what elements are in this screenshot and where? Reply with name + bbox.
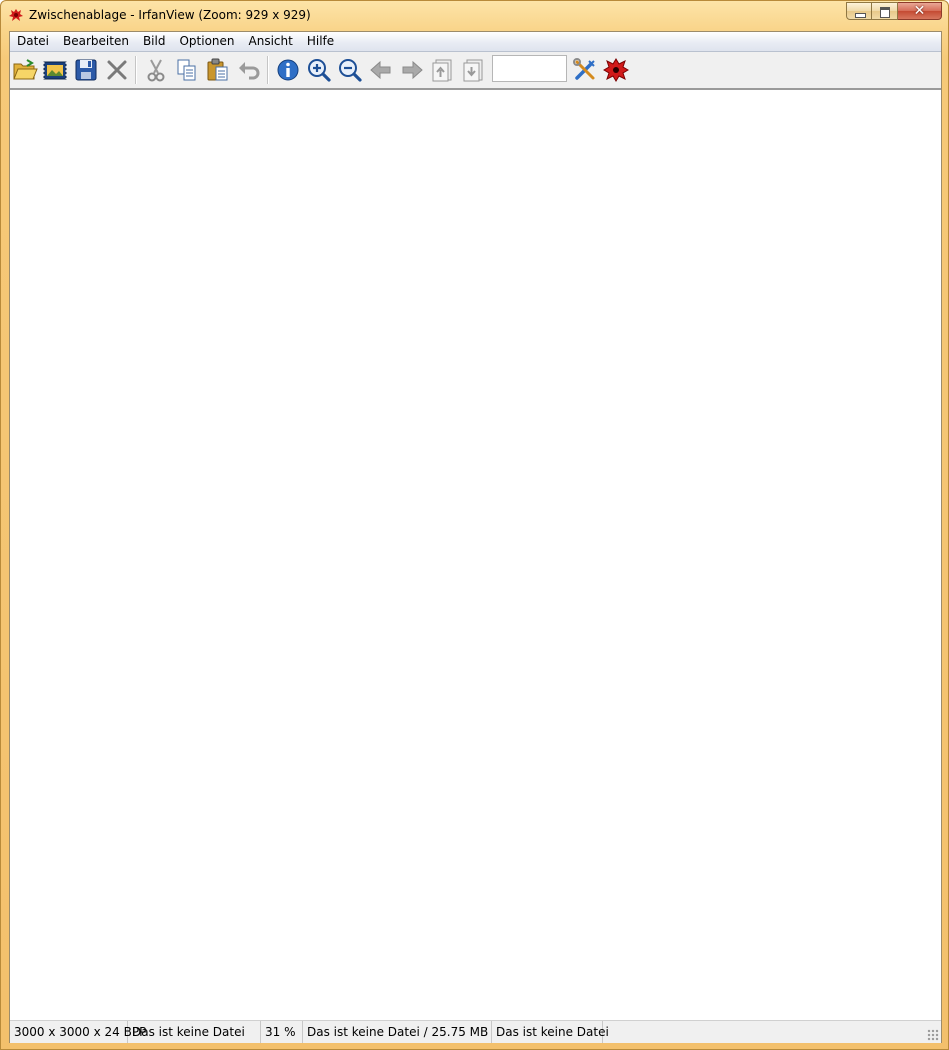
resize-grip-icon[interactable]: [927, 1029, 939, 1041]
irfanview-window: Zwischenablage - IrfanView (Zoom: 929 x …: [0, 0, 949, 1050]
status-field-2: Das ist keine Datei: [128, 1021, 261, 1043]
first-page-button[interactable]: [429, 56, 457, 84]
image-canvas[interactable]: [10, 90, 941, 1020]
undo-icon: [239, 62, 260, 80]
delete-button[interactable]: [103, 56, 131, 84]
menu-bearbeiten[interactable]: Bearbeiten: [56, 32, 136, 51]
copy-button[interactable]: [173, 56, 201, 84]
page-number-field[interactable]: [492, 55, 567, 82]
minimize-button[interactable]: [846, 2, 872, 20]
menu-bar: Datei Bearbeiten Bild Optionen Ansicht H…: [10, 32, 941, 52]
last-page-icon: [463, 59, 483, 82]
save-icon: [75, 59, 97, 81]
toolbar-separator: [135, 56, 137, 84]
zoom-in-button[interactable]: [305, 56, 333, 84]
status-bar: 3000 x 3000 x 24 BPP Das ist keine Datei…: [10, 1020, 941, 1043]
open-folder-icon: [13, 59, 38, 80]
save-button[interactable]: [72, 56, 100, 84]
client-area: Datei Bearbeiten Bild Optionen Ansicht H…: [9, 31, 942, 1043]
next-button[interactable]: [398, 56, 426, 84]
status-image-info: 3000 x 3000 x 24 BPP: [10, 1021, 146, 1043]
menu-hilfe[interactable]: Hilfe: [300, 32, 341, 51]
menu-bild[interactable]: Bild: [136, 32, 173, 51]
previous-icon: [370, 60, 391, 80]
paste-button[interactable]: [204, 56, 232, 84]
settings-button[interactable]: [571, 56, 599, 84]
close-icon: ✕: [913, 3, 926, 19]
maximize-button[interactable]: [872, 2, 898, 20]
close-button[interactable]: ✕: [898, 2, 942, 20]
info-button[interactable]: [274, 56, 302, 84]
settings-icon: [573, 58, 595, 80]
open-button[interactable]: [11, 56, 39, 84]
window-title: Zwischenablage - IrfanView (Zoom: 929 x …: [29, 8, 311, 22]
paste-icon: [207, 58, 228, 81]
status-file-size: Das ist keine Datei / 25.75 MB: [303, 1021, 492, 1043]
menu-ansicht[interactable]: Ansicht: [242, 32, 300, 51]
maximize-icon: [880, 7, 890, 18]
zoom-out-button[interactable]: [336, 56, 364, 84]
cut-icon: [147, 59, 165, 82]
copy-icon: [177, 59, 196, 81]
undo-button[interactable]: [235, 56, 263, 84]
slideshow-button[interactable]: [41, 56, 69, 84]
irfanview-icon: [603, 58, 629, 82]
zoom-out-icon: [339, 59, 362, 82]
status-field-5: Das ist keine Datei: [492, 1021, 609, 1043]
slideshow-icon: [43, 61, 67, 80]
cut-button[interactable]: [142, 56, 170, 84]
title-bar[interactable]: Zwischenablage - IrfanView (Zoom: 929 x …: [1, 1, 948, 29]
toolbar: [10, 52, 941, 90]
menu-optionen[interactable]: Optionen: [172, 32, 241, 51]
irfanview-app-icon[interactable]: [8, 7, 24, 23]
last-page-button[interactable]: [460, 56, 488, 84]
zoom-in-icon: [308, 59, 331, 82]
menu-datei[interactable]: Datei: [10, 32, 56, 51]
toolbar-separator: [267, 56, 269, 84]
delete-icon: [107, 60, 127, 80]
minimize-icon: [855, 13, 866, 18]
next-icon: [402, 60, 423, 80]
info-icon: [277, 59, 299, 81]
previous-button[interactable]: [367, 56, 395, 84]
window-controls: ✕: [846, 2, 942, 22]
status-zoom: 31 %: [261, 1021, 303, 1043]
first-page-icon: [432, 59, 452, 82]
irfanview-button[interactable]: [602, 56, 630, 84]
